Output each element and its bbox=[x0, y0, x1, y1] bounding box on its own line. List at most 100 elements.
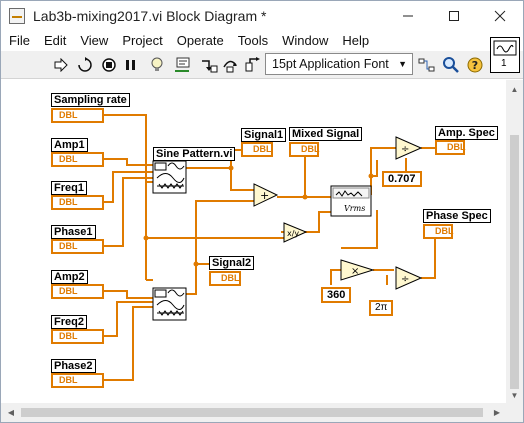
control-label-sampling-rate: Sampling rate bbox=[51, 93, 130, 107]
search-icon bbox=[443, 57, 459, 73]
vi-icon bbox=[493, 40, 517, 56]
step-over-icon bbox=[223, 60, 237, 73]
constant-0-707[interactable]: 0.707 bbox=[382, 171, 422, 187]
subvi-label-sine-pattern: Sine Pattern.vi bbox=[153, 147, 236, 161]
svg-text:÷: ÷ bbox=[401, 274, 409, 285]
step-into-button[interactable] bbox=[199, 55, 219, 75]
menu-tools[interactable]: Tools bbox=[231, 31, 275, 51]
control-freq2[interactable]: DBL bbox=[51, 329, 104, 344]
labview-vi-icon bbox=[9, 8, 25, 24]
control-label-freq1: Freq1 bbox=[51, 181, 87, 195]
control-freq1[interactable]: DBL bbox=[51, 195, 104, 210]
wire-sampling-rate bbox=[104, 114, 147, 280]
spectral-measurements-express-vi[interactable]: Vrms bbox=[330, 185, 372, 217]
control-label-phase1: Phase1 bbox=[51, 225, 96, 239]
indicator-amp-spec[interactable]: DBL bbox=[435, 140, 466, 155]
search-button[interactable] bbox=[441, 55, 461, 75]
sine-pattern-subvi-2[interactable] bbox=[152, 287, 187, 321]
help-button[interactable]: ? bbox=[465, 55, 485, 75]
pause-button[interactable] bbox=[121, 55, 141, 75]
close-button[interactable] bbox=[477, 1, 523, 31]
vertical-scroll-thumb[interactable] bbox=[510, 135, 519, 389]
add-function[interactable]: + bbox=[253, 183, 279, 207]
control-amp2[interactable]: DBL bbox=[51, 284, 104, 299]
indicator-phase-spec[interactable]: DBL bbox=[423, 224, 454, 239]
multiply-function[interactable]: × bbox=[340, 259, 375, 281]
control-label-phase2: Phase2 bbox=[51, 359, 96, 373]
indicator-label-amp-spec: Amp. Spec bbox=[435, 126, 498, 140]
menu-help[interactable]: Help bbox=[335, 31, 376, 51]
run-continuously-icon bbox=[78, 57, 92, 72]
scroll-right-icon[interactable]: ▶ bbox=[489, 405, 505, 420]
control-label-freq2: Freq2 bbox=[51, 315, 87, 329]
divide-function-1[interactable]: ÷ bbox=[395, 136, 423, 160]
scroll-left-icon[interactable]: ◀ bbox=[3, 405, 19, 420]
step-out-icon bbox=[245, 57, 260, 72]
indicator-label-phase-spec: Phase Spec bbox=[423, 209, 491, 223]
step-over-button[interactable] bbox=[221, 55, 241, 75]
scroll-down-icon[interactable]: ▼ bbox=[506, 387, 523, 403]
menu-view[interactable]: View bbox=[73, 31, 115, 51]
abort-button[interactable] bbox=[99, 55, 119, 75]
menu-project[interactable]: Project bbox=[115, 31, 169, 51]
menu-bar: File Edit View Project Operate Tools Win… bbox=[1, 31, 523, 51]
pause-icon bbox=[126, 60, 135, 70]
block-diagram-canvas[interactable]: + x/y Vrms ÷ × ÷ Sampling rate DBL Amp1 … bbox=[1, 80, 506, 403]
block-diagram-window: Lab3b-mixing2017.vi Block Diagram * File… bbox=[0, 0, 524, 423]
indicator-signal2[interactable]: DBL bbox=[209, 271, 241, 286]
scroll-up-icon[interactable]: ▲ bbox=[506, 81, 523, 97]
control-sampling-rate[interactable]: DBL bbox=[51, 108, 104, 123]
indicator-label-signal1: Signal1 bbox=[241, 128, 287, 142]
run-arrow-icon bbox=[54, 58, 68, 72]
control-phase1[interactable]: DBL bbox=[51, 239, 104, 254]
step-into-icon bbox=[202, 60, 218, 73]
text-settings-value: 15pt Application Font bbox=[272, 57, 389, 71]
control-amp1[interactable]: DBL bbox=[51, 152, 104, 167]
title-bar: Lab3b-mixing2017.vi Block Diagram * bbox=[1, 1, 523, 31]
minimize-icon bbox=[403, 15, 413, 17]
menu-window[interactable]: Window bbox=[275, 31, 335, 51]
run-continuously-button[interactable] bbox=[75, 55, 95, 75]
chevron-down-icon: ▼ bbox=[398, 59, 407, 69]
wire-amp2 bbox=[104, 290, 153, 299]
minimize-button[interactable] bbox=[385, 1, 431, 31]
scale-function[interactable]: x/y bbox=[283, 222, 308, 243]
text-settings-select[interactable]: 15pt Application Font ▼ bbox=[265, 53, 413, 75]
control-label-amp2: Amp2 bbox=[51, 270, 88, 284]
run-button[interactable] bbox=[51, 55, 71, 75]
maximize-button[interactable] bbox=[431, 1, 477, 31]
svg-text:÷: ÷ bbox=[401, 144, 409, 155]
menu-edit[interactable]: Edit bbox=[37, 31, 73, 51]
toolbar: ? bbox=[1, 51, 523, 79]
horizontal-scroll-thumb[interactable] bbox=[21, 408, 483, 417]
abort-icon bbox=[102, 58, 116, 72]
retain-wire-values-icon bbox=[175, 57, 190, 72]
constant-360[interactable]: 360 bbox=[321, 287, 352, 303]
indicator-label-signal2: Signal2 bbox=[209, 256, 255, 270]
svg-text:+: + bbox=[260, 189, 269, 202]
divide-function-2[interactable]: ÷ bbox=[395, 266, 423, 290]
svg-text:x/y: x/y bbox=[287, 229, 299, 238]
connector-number: 1 bbox=[501, 58, 507, 69]
constant-two-pi[interactable]: 2π bbox=[369, 300, 394, 316]
clean-up-diagram-icon bbox=[418, 58, 435, 72]
retain-wire-values-button[interactable] bbox=[173, 55, 193, 75]
menu-file[interactable]: File bbox=[1, 31, 37, 51]
wire-mixed bbox=[277, 150, 306, 198]
highlight-execution-bulb-icon bbox=[151, 57, 163, 71]
sine-pattern-subvi-1[interactable] bbox=[152, 160, 187, 194]
control-phase2[interactable]: DBL bbox=[51, 373, 104, 388]
maximize-icon bbox=[449, 11, 459, 21]
step-out-button[interactable] bbox=[243, 55, 263, 75]
menu-operate[interactable]: Operate bbox=[170, 31, 231, 51]
indicator-label-mixed-signal: Mixed Signal bbox=[289, 127, 363, 141]
indicator-signal1[interactable]: DBL bbox=[241, 142, 273, 157]
vi-connector-pane[interactable]: 1 bbox=[490, 37, 520, 73]
indicator-mixed-signal[interactable]: DBL bbox=[289, 142, 320, 157]
help-icon: ? bbox=[467, 57, 483, 73]
clean-up-diagram-button[interactable] bbox=[417, 55, 437, 75]
wire-phase2 bbox=[104, 306, 153, 381]
svg-text:?: ? bbox=[472, 59, 478, 72]
highlight-execution-button[interactable] bbox=[147, 55, 167, 75]
close-icon bbox=[494, 10, 506, 22]
